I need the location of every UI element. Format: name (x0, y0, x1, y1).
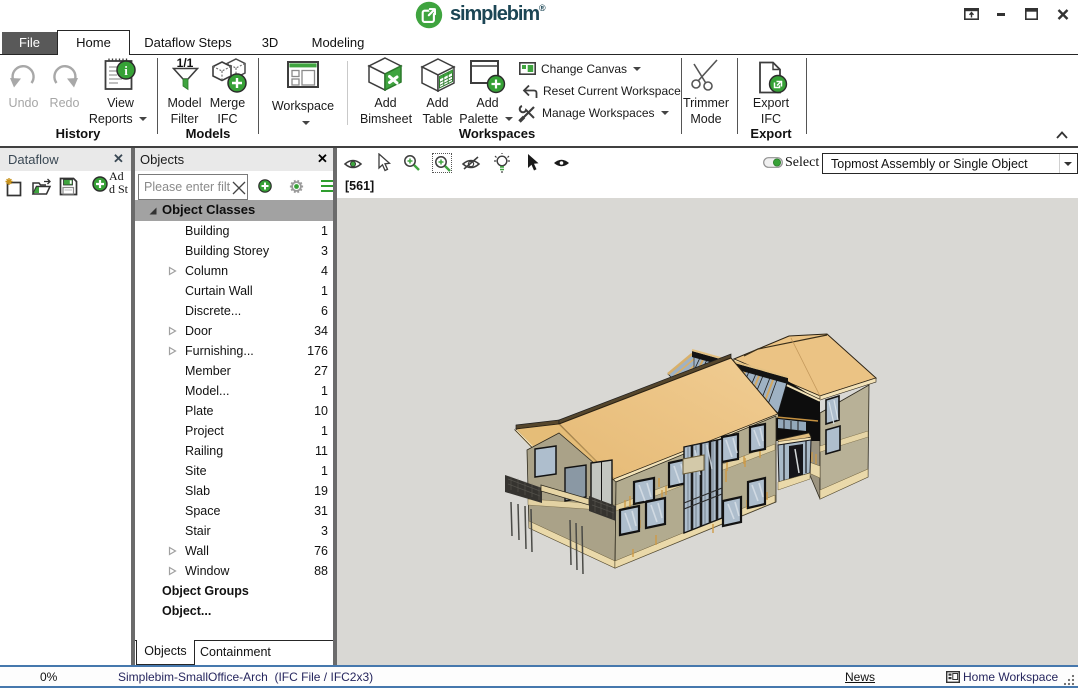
svg-text:i: i (124, 63, 128, 78)
